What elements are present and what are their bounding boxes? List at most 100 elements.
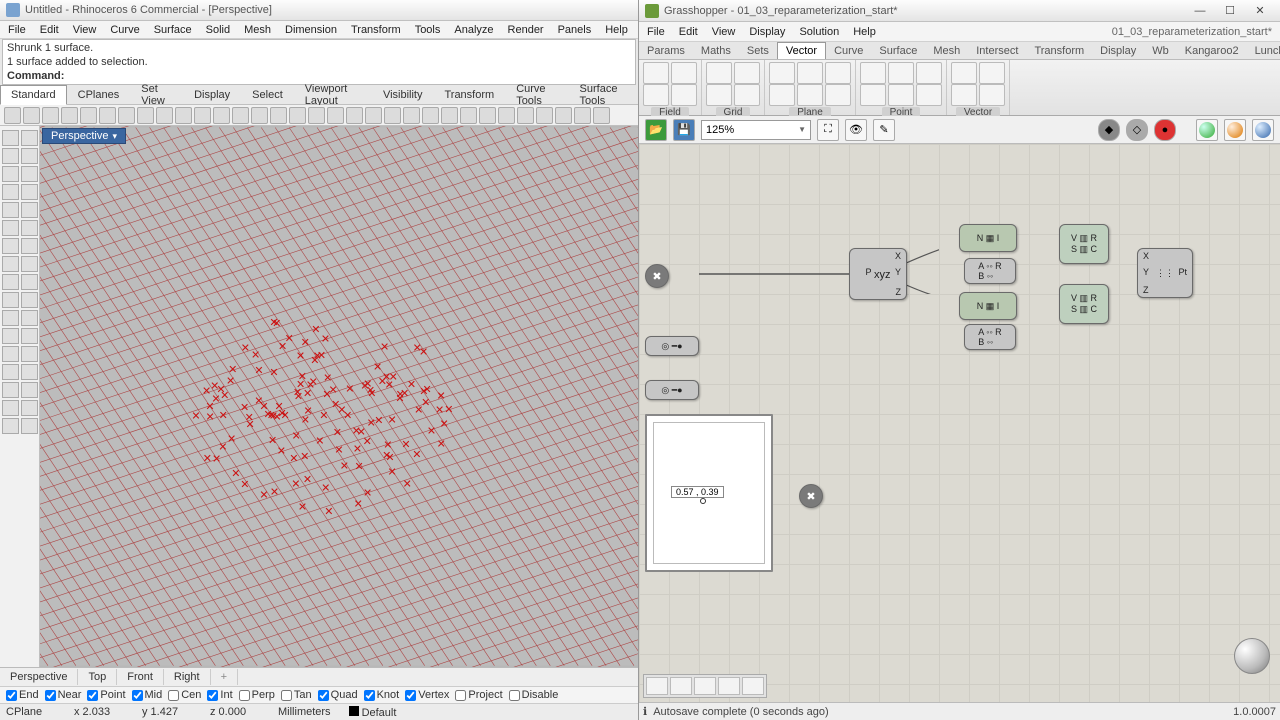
osnap-end[interactable]: End	[6, 689, 39, 701]
side-tool-icon[interactable]	[2, 382, 19, 398]
side-tool-icon[interactable]	[2, 220, 19, 236]
minimize-button[interactable]: —	[1186, 2, 1214, 20]
ribbon-tab[interactable]: Mesh	[925, 43, 968, 59]
toolbar-icon[interactable]	[137, 107, 154, 124]
toolbar-icon[interactable]	[213, 107, 230, 124]
osnap-perp[interactable]: Perp	[239, 689, 275, 701]
toolbar-tab[interactable]: Transform	[433, 85, 505, 105]
side-tool-icon[interactable]	[21, 364, 38, 380]
rhino-toolbar-icons[interactable]	[0, 105, 638, 126]
toolbar-icon[interactable]	[498, 107, 515, 124]
toolbar-icon[interactable]	[270, 107, 287, 124]
menu-transform[interactable]: Transform	[345, 22, 407, 38]
ribbon-icon[interactable]	[825, 84, 851, 106]
ribbon-tab[interactable]: Display	[1092, 43, 1144, 59]
toolbar-icon[interactable]	[327, 107, 344, 124]
toolbar-icon[interactable]	[194, 107, 211, 124]
toolbar-icon[interactable]	[4, 107, 21, 124]
wire-display-icon[interactable]: ◆	[1098, 119, 1120, 141]
side-tool-icon[interactable]	[2, 166, 19, 182]
orange-sphere-icon[interactable]	[1224, 119, 1246, 141]
side-tool-icon[interactable]	[2, 292, 19, 308]
menu-display[interactable]: Display	[743, 24, 791, 40]
preview-off-icon[interactable]: ●	[1154, 119, 1176, 141]
side-tool-icon[interactable]	[21, 130, 38, 146]
toolbar-tab[interactable]: CPlanes	[67, 85, 131, 105]
ribbon-icon[interactable]	[671, 62, 697, 84]
side-tool-icon[interactable]	[2, 400, 19, 416]
ribbon-tab[interactable]: Intersect	[968, 43, 1026, 59]
toolbar-icon[interactable]	[346, 107, 363, 124]
osnap-quad[interactable]: Quad	[318, 689, 358, 701]
ribbon-tab[interactable]: Surface	[871, 43, 925, 59]
toolbar-icon[interactable]	[61, 107, 78, 124]
side-tool-icon[interactable]	[21, 256, 38, 272]
menu-curve[interactable]: Curve	[104, 22, 145, 38]
menu-view[interactable]: View	[67, 22, 103, 38]
menu-view[interactable]: View	[706, 24, 742, 40]
side-tool-icon[interactable]	[21, 382, 38, 398]
ribbon-tab[interactable]: Kangaroo2	[1177, 43, 1247, 59]
side-tool-icon[interactable]	[2, 274, 19, 290]
side-tool-icon[interactable]	[21, 148, 38, 164]
gh-ribbon-tabs[interactable]: ParamsMathsSetsVectorCurveSurfaceMeshInt…	[639, 42, 1280, 60]
gh-node-op-a[interactable]: A ◦◦ RB ◦◦	[964, 258, 1016, 284]
toolbar-icon[interactable]	[574, 107, 591, 124]
ribbon-icon[interactable]	[769, 62, 795, 84]
menu-help[interactable]: Help	[599, 22, 634, 38]
zoom-combo[interactable]: 125% ▼	[701, 120, 811, 140]
toolbar-icon[interactable]	[118, 107, 135, 124]
viewport-canvas[interactable]: ✕✕✕✕✕✕✕✕✕✕✕✕✕✕✕✕✕✕✕✕✕✕✕✕✕✕✕✕✕✕✕✕✕✕✕✕✕✕✕✕…	[40, 126, 638, 667]
side-tool-icon[interactable]	[21, 166, 38, 182]
toolbar-icon[interactable]	[479, 107, 496, 124]
view-tab[interactable]: Right	[164, 669, 211, 685]
toolbar-icon[interactable]	[536, 107, 553, 124]
ribbon-icon[interactable]	[734, 62, 760, 84]
gh-node-deconstruct-point[interactable]: P xyz X Y Z	[849, 248, 907, 300]
rhino-menubar[interactable]: FileEditViewCurveSurfaceSolidMeshDimensi…	[0, 21, 638, 40]
toolbar-tab[interactable]: Select	[241, 85, 294, 105]
osnap-point[interactable]: Point	[87, 689, 125, 701]
ribbon-icon[interactable]	[797, 84, 823, 106]
status-layer[interactable]: Default	[349, 706, 399, 719]
osnap-int[interactable]: Int	[207, 689, 232, 701]
ribbon-icon[interactable]	[888, 84, 914, 106]
ribbon-icon[interactable]	[643, 84, 669, 106]
toolbar-icon[interactable]	[441, 107, 458, 124]
rhino-side-toolbar[interactable]	[0, 126, 40, 667]
open-file-icon[interactable]: 📂	[645, 119, 667, 141]
toolbar-tab[interactable]: Standard	[0, 85, 67, 105]
toolbar-icon[interactable]	[289, 107, 306, 124]
green-sphere-icon[interactable]	[1196, 119, 1218, 141]
side-tool-icon[interactable]	[21, 292, 38, 308]
toolbar-icon[interactable]	[422, 107, 439, 124]
osnap-vertex[interactable]: Vertex	[405, 689, 449, 701]
side-tool-icon[interactable]	[2, 328, 19, 344]
gh-node-remap-b[interactable]: V ▥ RS ▥ C	[1059, 284, 1109, 324]
side-tool-icon[interactable]	[2, 364, 19, 380]
ribbon-icon[interactable]	[797, 62, 823, 84]
ribbon-tab[interactable]: Curve	[826, 43, 871, 59]
osnap-tan[interactable]: Tan	[281, 689, 312, 701]
gh-node-construct-point[interactable]: X Y Z Pt ⋮⋮	[1137, 248, 1193, 298]
gh-node-slider-a[interactable]: ◎ ━●	[645, 336, 699, 356]
ribbon-icon[interactable]	[769, 84, 795, 106]
ribbon-tab[interactable]: Params	[639, 43, 693, 59]
side-tool-icon[interactable]	[2, 346, 19, 362]
gh-canvas[interactable]: ✖ P xyz X Y Z N ▦ I N ▦ I A ◦◦ RB ◦◦ A ◦…	[639, 144, 1280, 702]
ribbon-icon[interactable]	[706, 84, 732, 106]
preview-icon[interactable]: 👁	[845, 119, 867, 141]
side-tool-icon[interactable]	[21, 184, 38, 200]
gh-node-param2[interactable]: ✖	[799, 484, 823, 508]
menu-solution[interactable]: Solution	[793, 24, 845, 40]
toolbar-icon[interactable]	[99, 107, 116, 124]
toolbar-icon[interactable]	[403, 107, 420, 124]
side-tool-icon[interactable]	[21, 400, 38, 416]
side-tool-icon[interactable]	[21, 202, 38, 218]
menu-solid[interactable]: Solid	[200, 22, 236, 38]
mini-icon[interactable]	[670, 677, 692, 695]
menu-panels[interactable]: Panels	[552, 22, 598, 38]
shaded-display-icon[interactable]: ◇	[1126, 119, 1148, 141]
toolbar-icon[interactable]	[384, 107, 401, 124]
sketch-icon[interactable]: ✎	[873, 119, 895, 141]
